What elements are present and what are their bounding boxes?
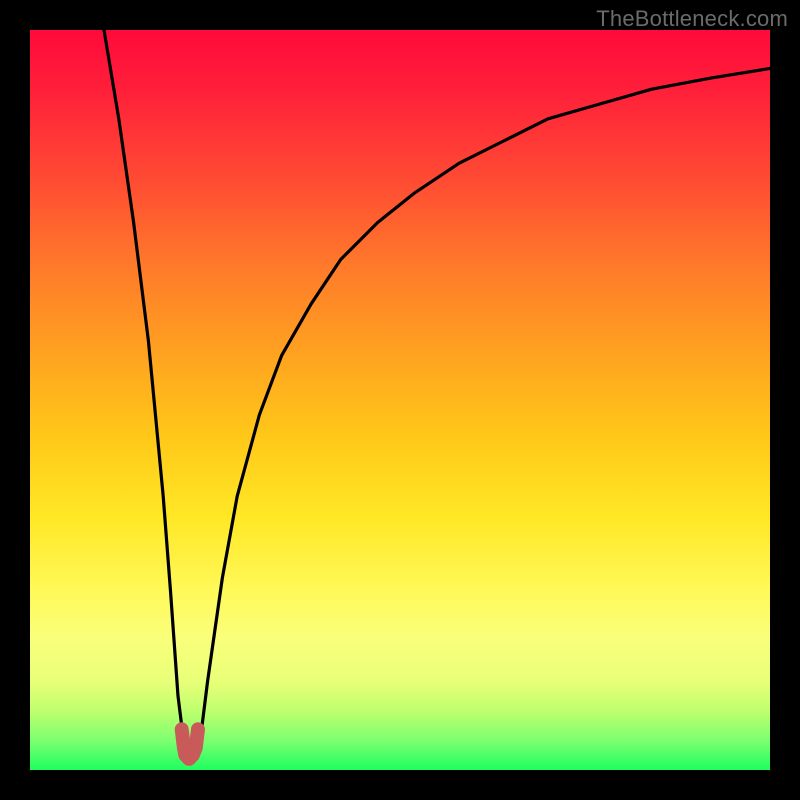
optimal-marker-path [182, 729, 198, 759]
chart-frame: TheBottleneck.com [0, 0, 800, 800]
chart-svg [30, 30, 770, 770]
watermark-text: TheBottleneck.com [596, 6, 788, 32]
chart-plot-area [30, 30, 770, 770]
bottleneck-curve-path [104, 30, 770, 763]
